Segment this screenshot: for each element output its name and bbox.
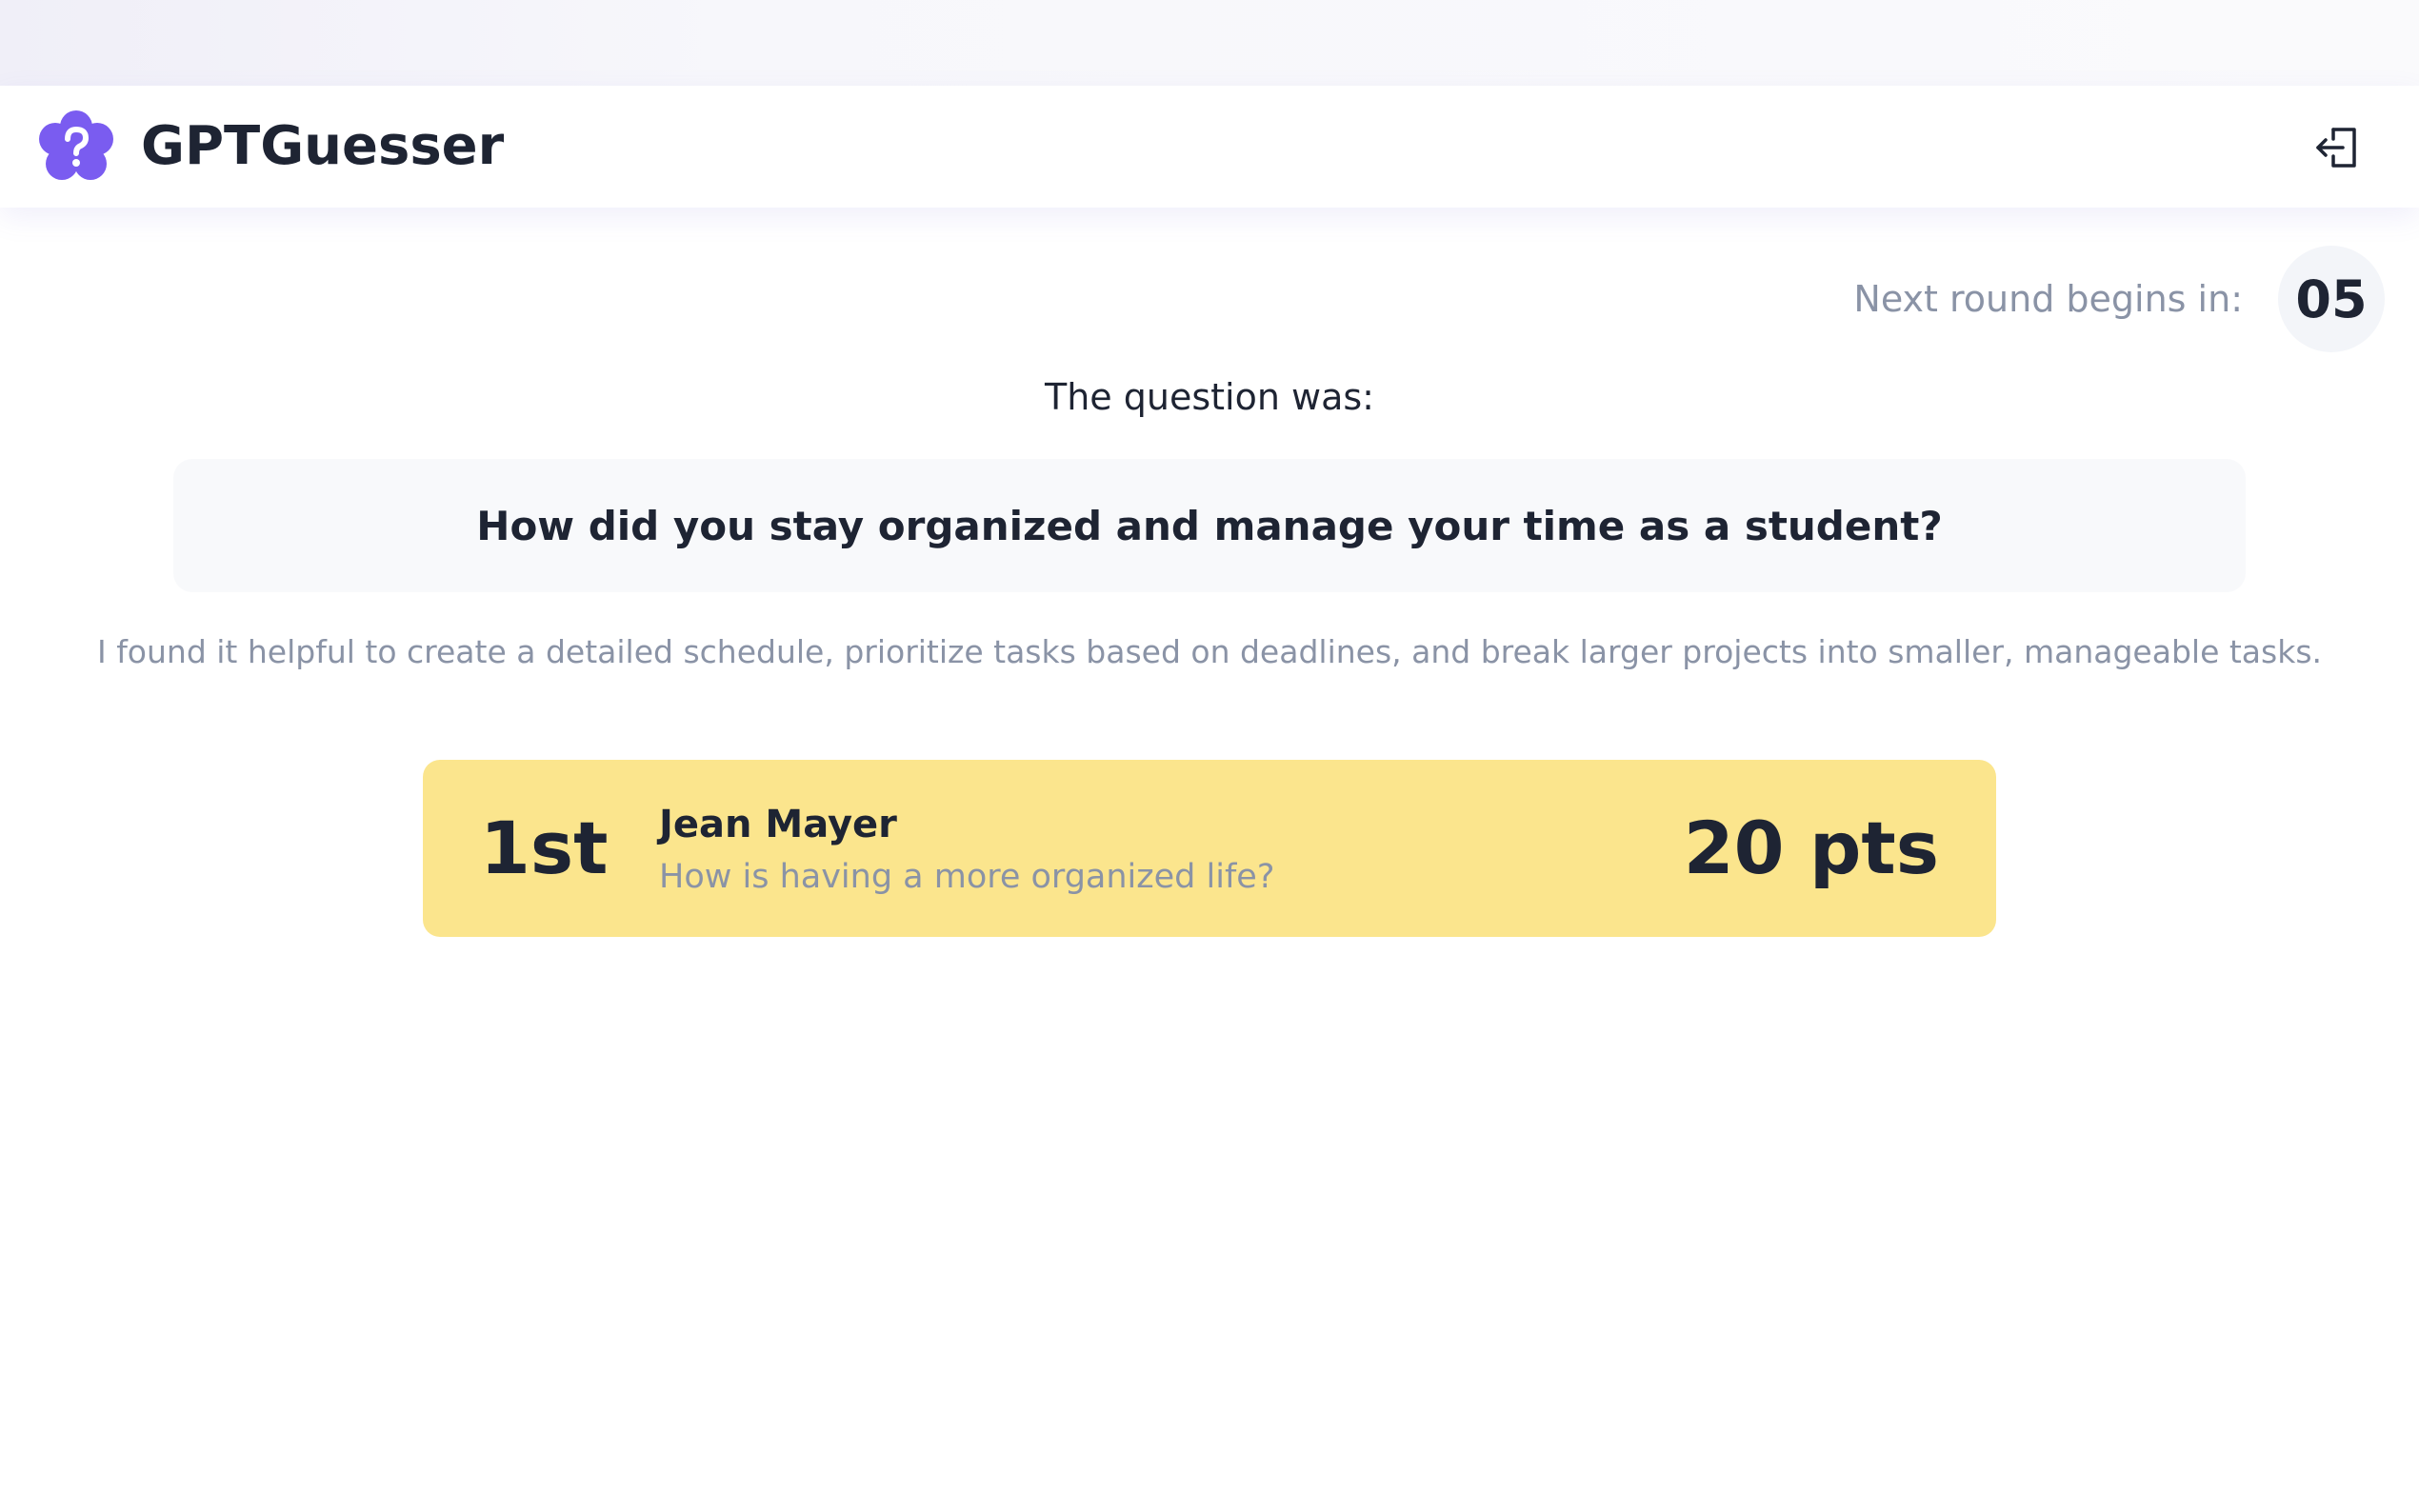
countdown-label: Next round begins in: <box>1853 278 2243 320</box>
answer-text: I found it helpful to create a detailed … <box>96 633 2323 670</box>
logout-icon[interactable] <box>2312 122 2364 173</box>
result-points: 20 pts <box>1683 806 1939 890</box>
countdown-timer: 05 <box>2278 246 2385 352</box>
top-strip <box>0 0 2419 86</box>
question-flower-icon[interactable] <box>38 110 114 183</box>
player-name: Jean Mayer <box>659 803 897 846</box>
navbar: GPTGuesser <box>0 86 2419 208</box>
question-text: How did you stay organized and manage yo… <box>476 502 1943 549</box>
question-box: How did you stay organized and manage yo… <box>173 459 2246 592</box>
question-intro: The question was: <box>1045 376 1374 418</box>
brand-name[interactable]: GPTGuesser <box>141 114 504 179</box>
result-card: 1st Jean Mayer How is having a more orga… <box>423 760 1996 937</box>
result-rank: 1st <box>480 806 609 890</box>
player-guess: How is having a more organized life? <box>659 858 1275 896</box>
